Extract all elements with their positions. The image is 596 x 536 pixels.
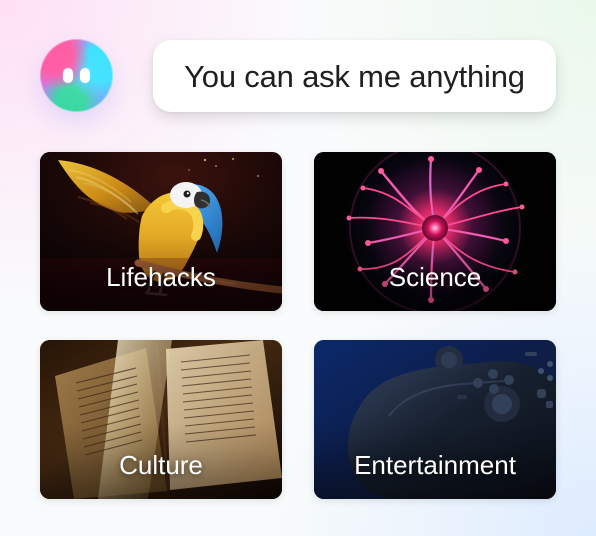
topic-label-lifehacks: Lifehacks: [106, 262, 216, 292]
topic-card-science[interactable]: Science: [314, 152, 556, 311]
assistant-prompt-bubble: You can ask me anything: [153, 40, 556, 112]
topic-label-entertainment: Entertainment: [354, 450, 516, 480]
topic-label-science: Science: [388, 262, 482, 292]
topic-card-culture[interactable]: Culture: [40, 340, 282, 499]
topic-label-culture: Culture: [119, 450, 203, 480]
assistant-right-eye: [80, 68, 90, 83]
assistant-left-eye: [63, 68, 73, 83]
assistant-home-screen: You can ask me anything Lifehacks Scienc…: [0, 0, 596, 536]
topic-card-lifehacks[interactable]: Lifehacks: [40, 152, 282, 311]
topic-card-entertainment[interactable]: Entertainment: [314, 340, 556, 499]
assistant-prompt-text: You can ask me anything: [184, 58, 525, 94]
assistant-avatar: [40, 39, 113, 112]
